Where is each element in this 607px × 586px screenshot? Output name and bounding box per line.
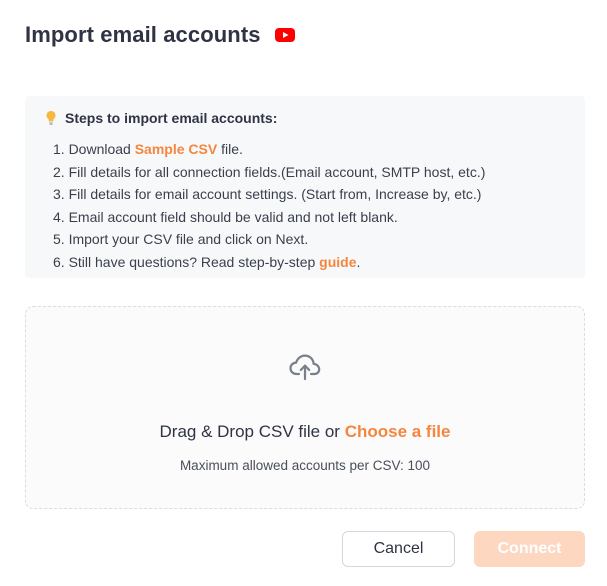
lightbulb-icon xyxy=(45,110,57,126)
step-item: 6. Still have questions? Read step-by-st… xyxy=(53,251,565,274)
step-item: 2. Fill details for all connection field… xyxy=(53,163,486,180)
dropzone-text: Drag & Drop CSV file or Choose a file xyxy=(160,422,451,442)
step-item: 1. Download Sample CSV file. xyxy=(53,138,565,161)
steps-list: 1. Download Sample CSV file. 2. Fill det… xyxy=(45,138,565,274)
choose-file-link[interactable]: Choose a file xyxy=(345,422,451,441)
connect-button[interactable]: Connect xyxy=(474,531,585,567)
modal-header: Import email accounts xyxy=(25,22,295,48)
step-text: 6. Still have questions? Read step-by-st… xyxy=(53,253,320,270)
steps-header: Steps to import email accounts: xyxy=(45,110,565,126)
max-accounts-note: Maximum allowed accounts per CSV: 100 xyxy=(179,458,431,473)
drop-instruction: Drag & Drop CSV file or xyxy=(159,422,345,441)
csv-dropzone[interactable]: Drag & Drop CSV file or Choose a file Ma… xyxy=(25,306,585,509)
step-item: 3. Fill details for email account settin… xyxy=(53,186,482,203)
step-item: 4. Email account field should be valid a… xyxy=(53,208,398,225)
guide-link[interactable]: guide xyxy=(319,254,356,270)
import-email-accounts-modal: Import email accounts Steps to import em… xyxy=(0,0,607,586)
cloud-upload-icon xyxy=(288,352,322,382)
step-item: 5. Import your CSV file and click on Nex… xyxy=(53,231,309,248)
youtube-icon[interactable] xyxy=(274,28,295,42)
step-text: . xyxy=(356,253,361,270)
step-text: 1. Download xyxy=(53,141,135,157)
steps-title: Steps to import email accounts: xyxy=(65,110,278,126)
import-steps-panel: Steps to import email accounts: 1. Downl… xyxy=(25,96,585,278)
modal-title: Import email accounts xyxy=(25,22,261,47)
step-text: file. xyxy=(217,141,243,157)
cancel-button[interactable]: Cancel xyxy=(342,531,455,567)
sample-csv-link[interactable]: Sample CSV xyxy=(135,141,217,157)
